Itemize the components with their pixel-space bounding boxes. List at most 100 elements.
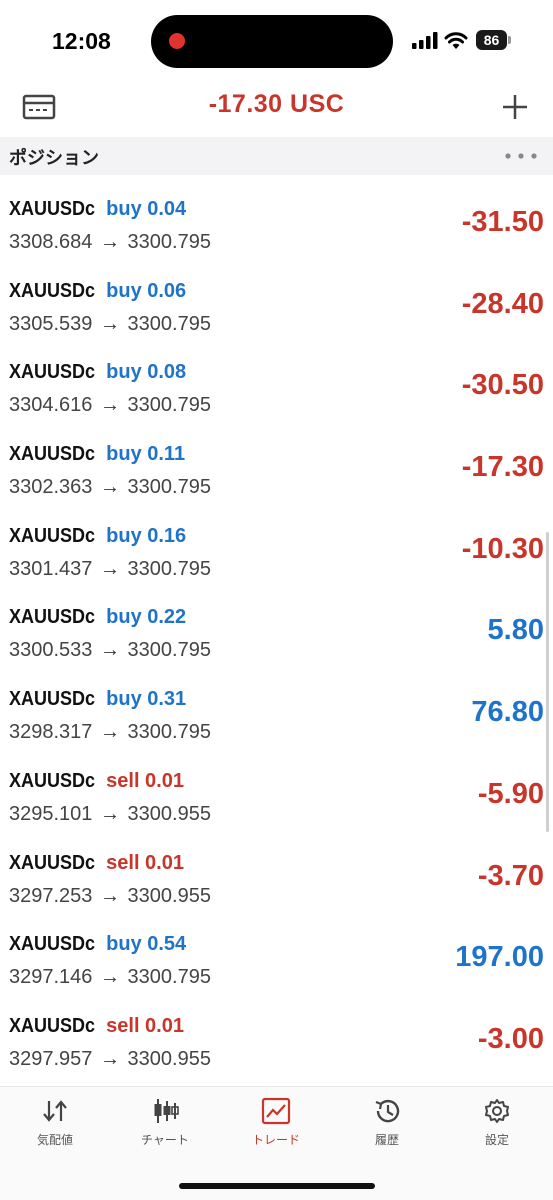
position-title: XAUUSDc buy 0.54 — [9, 933, 186, 956]
position-row[interactable]: XAUUSDc buy 0.06 3305.539 → 3300.795 -28.4… — [0, 262, 553, 344]
position-row[interactable]: XAUUSDc buy 0.11 3302.363 → 3300.795 -17.3… — [0, 425, 553, 507]
gear-icon — [485, 1099, 509, 1123]
open-price: 3298.317 — [9, 721, 93, 744]
position-symbol: XAUUSDc — [9, 606, 96, 629]
position-prices: 3304.616 → 3300.795 — [9, 394, 211, 417]
tab-label: 設定 — [484, 1133, 509, 1147]
current-price: 3300.795 — [127, 557, 211, 580]
position-prices: 3305.539 → 3300.795 — [9, 313, 211, 336]
tab-quotes[interactable]: 気配値 — [0, 1097, 110, 1157]
position-prices: 3300.533 → 3300.795 — [9, 639, 211, 662]
recording-dot-icon — [169, 33, 185, 49]
position-prices: 3297.957 → 3300.955 — [9, 1048, 211, 1071]
current-price: 3300.795 — [127, 639, 211, 662]
history-clock-icon — [375, 1099, 400, 1123]
position-profit: 76.80 — [471, 696, 544, 729]
add-order-icon[interactable] — [500, 92, 530, 122]
position-row[interactable]: XAUUSDc buy 0.08 3304.616 → 3300.795 -30.5… — [0, 343, 553, 425]
tab-trade[interactable]: トレード — [221, 1097, 331, 1157]
position-side-lot: buy 0.54 — [106, 933, 187, 956]
open-price: 3295.101 — [9, 802, 93, 825]
status-time: 12:08 — [52, 28, 111, 54]
arrow-right-icon: → — [99, 476, 120, 499]
position-side-lot: sell 0.01 — [106, 769, 184, 792]
positions-list: XAUUSDc buy 0.04 3308.684 → 3300.795 -31.5… — [0, 180, 553, 1079]
position-row[interactable]: XAUUSDc buy 0.54 3297.146 → 3300.795 197.0… — [0, 915, 553, 997]
position-profit: -3.70 — [477, 859, 544, 892]
position-side-lot: buy 0.08 — [106, 361, 187, 384]
arrow-right-icon: → — [99, 231, 120, 253]
position-symbol: XAUUSDc — [9, 769, 96, 792]
arrow-right-icon: → — [99, 966, 120, 989]
position-symbol: XAUUSDc — [9, 198, 96, 220]
tab-chart[interactable]: チャート — [110, 1097, 220, 1157]
current-price: 3300.795 — [127, 394, 211, 417]
tab-settings[interactable]: 設定 — [442, 1097, 552, 1157]
position-symbol: XAUUSDc — [9, 279, 96, 302]
account-balance: -17.30 USC — [208, 90, 345, 118]
open-price: 3305.539 — [9, 312, 93, 335]
position-symbol: XAUUSDc — [9, 443, 96, 466]
current-price: 3300.795 — [127, 966, 211, 989]
position-side-lot: sell 0.01 — [106, 851, 184, 874]
scrollbar[interactable] — [546, 532, 549, 832]
position-title: XAUUSDc buy 0.06 — [9, 280, 186, 303]
dynamic-island — [151, 15, 393, 68]
position-title: XAUUSDc buy 0.16 — [9, 525, 186, 548]
position-prices: 3295.101 → 3300.955 — [9, 803, 211, 826]
position-title: XAUUSDc buy 0.11 — [9, 443, 185, 466]
position-prices: 3301.437 → 3300.795 — [9, 558, 211, 581]
position-row[interactable]: XAUUSDc sell 0.01 3295.101 → 3300.955 -5.9… — [0, 752, 553, 834]
arrow-right-icon: → — [99, 884, 120, 907]
position-prices: 3298.317 → 3300.795 — [9, 721, 211, 744]
position-prices: 3297.253 → 3300.955 — [9, 885, 211, 908]
arrow-right-icon: → — [99, 721, 120, 744]
header: -17.30 USC — [0, 80, 553, 136]
battery-tip — [508, 36, 511, 44]
position-profit: -3.00 — [477, 1022, 544, 1055]
open-price: 3297.253 — [9, 884, 93, 907]
open-price: 3301.437 — [9, 557, 93, 580]
position-row[interactable]: XAUUSDc buy 0.31 3298.317 → 3300.795 76.80 — [0, 670, 553, 752]
position-row[interactable]: XAUUSDc buy 0.16 3301.437 → 3300.795 -10.3… — [0, 507, 553, 589]
position-profit: -31.50 — [461, 206, 544, 238]
position-side-lot: buy 0.16 — [106, 524, 187, 547]
position-symbol: XAUUSDc — [9, 851, 96, 874]
more-options-icon[interactable] — [505, 153, 537, 159]
current-price: 3300.795 — [127, 231, 211, 253]
positions-section-header: ポジション — [0, 137, 553, 175]
position-profit: -30.50 — [461, 369, 544, 402]
position-row[interactable]: XAUUSDc sell 0.01 3297.253 → 3300.955 -3.7… — [0, 834, 553, 916]
tab-history[interactable]: 履歴 — [332, 1097, 442, 1157]
position-title: XAUUSDc buy 0.04 — [9, 198, 186, 221]
position-side-lot: buy 0.04 — [106, 198, 187, 220]
home-indicator — [179, 1183, 375, 1189]
position-row[interactable]: XAUUSDc buy 0.04 3308.684 → 3300.795 -31.5… — [0, 180, 553, 262]
position-profit: -5.90 — [477, 777, 544, 810]
position-row[interactable]: XAUUSDc buy 0.22 3300.533 → 3300.795 5.80 — [0, 588, 553, 670]
battery-level: 86 — [476, 30, 507, 50]
trade-chart-icon — [261, 1097, 291, 1125]
current-price: 3300.795 — [127, 476, 211, 499]
tab-label: チャート — [141, 1133, 189, 1147]
position-title: XAUUSDc sell 0.01 — [9, 1015, 184, 1038]
open-price: 3297.957 — [9, 1047, 93, 1070]
position-prices: 3297.146 → 3300.795 — [9, 966, 211, 989]
position-side-lot: buy 0.22 — [106, 606, 187, 629]
current-price: 3300.795 — [127, 721, 211, 744]
open-price: 3308.684 — [9, 231, 93, 253]
open-price: 3297.146 — [9, 966, 93, 989]
position-row[interactable]: XAUUSDc sell 0.01 3297.957 → 3300.955 -3.0… — [0, 997, 553, 1079]
position-title: XAUUSDc sell 0.01 — [9, 852, 184, 875]
open-price: 3304.616 — [9, 394, 93, 417]
arrow-right-icon: → — [99, 1047, 120, 1070]
candlestick-icon — [154, 1099, 179, 1123]
position-title: XAUUSDc sell 0.01 — [9, 770, 184, 793]
quotes-arrows-icon — [43, 1100, 67, 1122]
cellular-signal-icon — [412, 32, 438, 49]
position-title: XAUUSDc buy 0.08 — [9, 361, 186, 384]
open-price: 3302.363 — [9, 476, 93, 499]
arrow-right-icon: → — [99, 394, 120, 417]
section-title: ポジション — [9, 148, 99, 169]
current-price: 3300.955 — [127, 802, 211, 825]
